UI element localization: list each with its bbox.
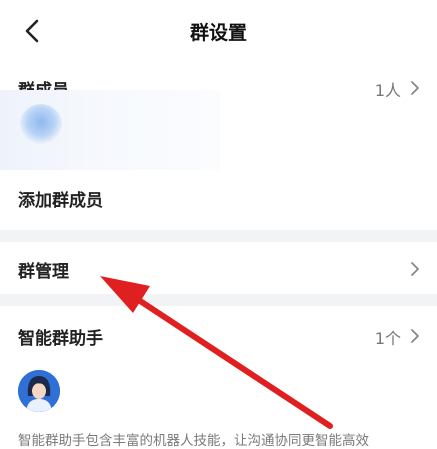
assistant-description: 智能群助手包含丰富的机器人技能，让沟通协同更智能高效: [18, 433, 369, 449]
members-count[interactable]: 1人: [375, 77, 401, 101]
chevron-right-icon[interactable]: [409, 80, 421, 96]
assistant-avatar-icon[interactable]: [18, 370, 60, 412]
members-section: 群成员 1人 添加群成员: [0, 62, 437, 230]
assistant-label[interactable]: 智能群助手: [18, 324, 103, 349]
assistant-section: 智能群助手 1个: [0, 306, 437, 448]
chevron-right-icon[interactable]: [409, 261, 421, 277]
group-manage-label[interactable]: 群管理: [18, 257, 69, 282]
chevron-right-icon[interactable]: [409, 328, 421, 344]
assistant-count[interactable]: 1个: [375, 325, 401, 349]
group-manage-row[interactable]: 群管理: [0, 242, 437, 294]
member-avatar[interactable]: [20, 104, 62, 144]
section-divider: [0, 294, 437, 306]
header-bar: 群设置: [0, 0, 437, 62]
add-member-button[interactable]: 添加群成员: [18, 186, 103, 211]
member-avatar-list[interactable]: [0, 90, 220, 170]
section-divider: [0, 230, 437, 242]
page-title: 群设置: [189, 22, 247, 44]
